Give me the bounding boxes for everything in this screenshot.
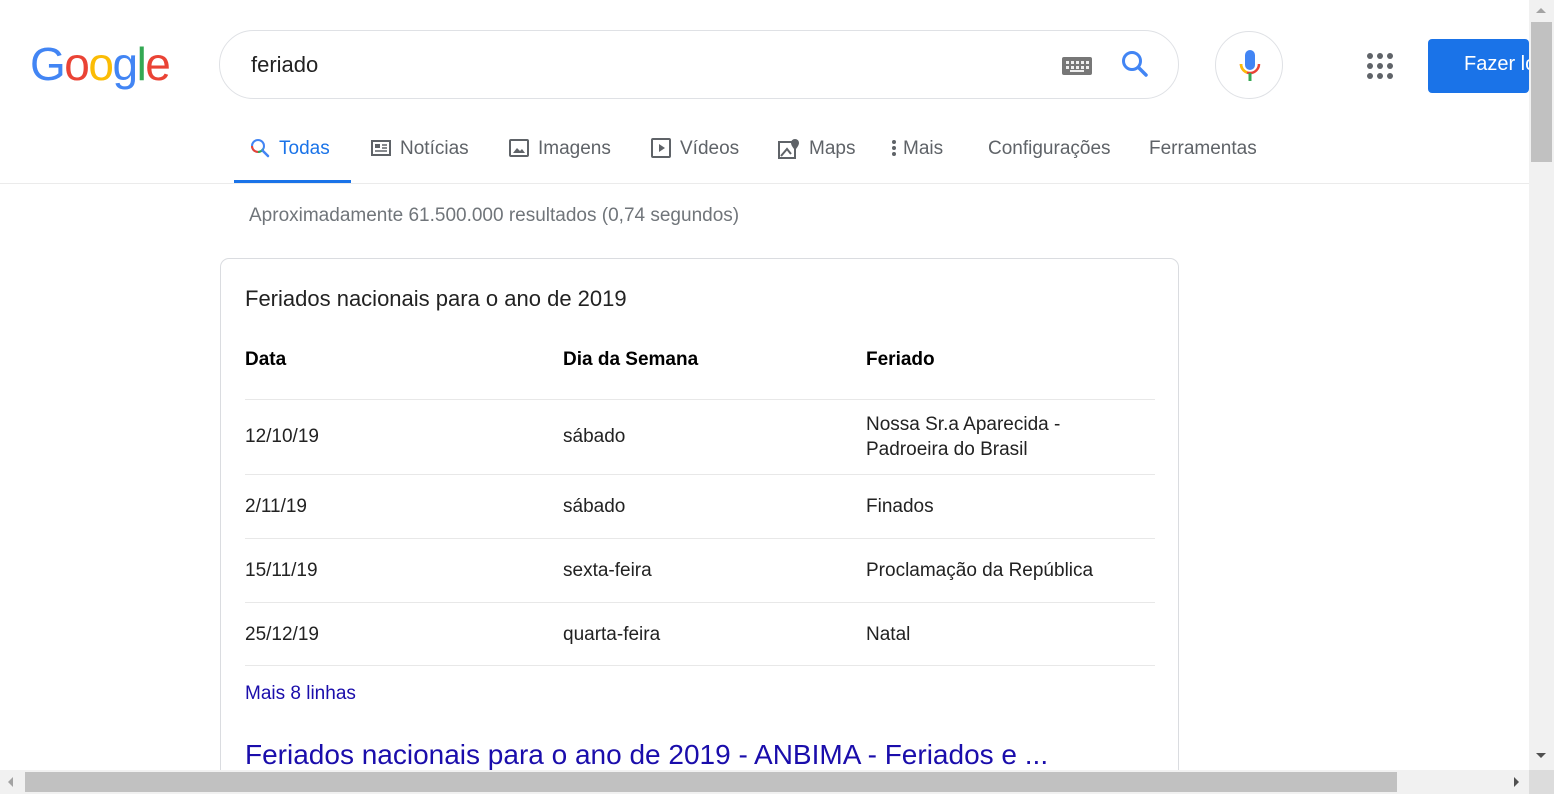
tab-label: Notícias	[400, 138, 469, 159]
cell-date: 25/12/19	[245, 624, 319, 645]
apps-grid-icon[interactable]	[1366, 52, 1394, 80]
logo-letter: o	[64, 38, 90, 90]
horizontal-scroll-thumb[interactable]	[25, 772, 1397, 792]
table-header-holiday: Feriado	[866, 349, 935, 370]
cell-weekday: sexta-feira	[563, 560, 652, 581]
more-rows-link[interactable]: Mais 8 linhas	[245, 683, 356, 705]
table-row: 12/10/19 sábado Nossa Sr.a Aparecida - P…	[245, 399, 1155, 474]
tab-more[interactable]: Mais	[891, 130, 943, 183]
search-icon[interactable]	[1120, 49, 1150, 79]
voice-search-button[interactable]	[1215, 31, 1283, 99]
tab-label: Configurações	[988, 138, 1111, 159]
scroll-up-arrow-icon[interactable]	[1536, 8, 1546, 13]
table-row: 25/12/19 quarta-feira Natal	[245, 602, 1155, 666]
horizontal-scrollbar[interactable]	[0, 770, 1529, 794]
table-row: 2/11/19 sábado Finados	[245, 474, 1155, 538]
cell-weekday: sábado	[563, 496, 626, 517]
tab-all[interactable]: Todas	[234, 130, 351, 183]
tab-label: Vídeos	[680, 138, 740, 159]
scrollbar-corner	[1529, 770, 1554, 794]
search-tabs: Todas Notícias Imagens Vídeos Maps Mais …	[234, 130, 1334, 183]
cell-holiday: Natal	[866, 624, 911, 645]
cell-date: 12/10/19	[245, 426, 319, 447]
cell-weekday: sábado	[563, 426, 626, 447]
header-divider	[0, 183, 1529, 184]
scroll-left-arrow-icon[interactable]	[8, 777, 13, 787]
result-stats: Aproximadamente 61.500.000 resultados (0…	[249, 205, 740, 226]
tab-label: Maps	[809, 138, 856, 159]
cell-holiday-continued: Padroeira do Brasil	[866, 439, 1028, 460]
cell-date: 2/11/19	[245, 496, 307, 517]
keyboard-icon[interactable]	[1062, 57, 1092, 75]
more-vertical-icon	[891, 138, 897, 158]
tab-maps[interactable]: Maps	[778, 130, 855, 183]
tab-tools[interactable]: Ferramentas	[1149, 130, 1257, 183]
cell-date: 15/11/19	[245, 560, 318, 581]
tab-label: Mais	[903, 138, 944, 159]
scroll-down-arrow-icon[interactable]	[1536, 753, 1546, 758]
map-pin-icon	[778, 138, 800, 160]
tab-label: Ferramentas	[1149, 138, 1257, 159]
featured-snippet-card: Feriados nacionais para o ano de 2019 Da…	[220, 258, 1179, 794]
newspaper-icon	[371, 138, 391, 158]
logo-letter: e	[145, 38, 171, 90]
image-icon	[509, 138, 529, 158]
tab-settings[interactable]: Configurações	[988, 130, 1111, 183]
vertical-scroll-thumb[interactable]	[1531, 22, 1552, 162]
google-logo[interactable]: Google	[30, 38, 171, 90]
cell-holiday: Nossa Sr.a Aparecida -	[866, 414, 1061, 435]
logo-letter: g	[112, 38, 138, 90]
logo-letter: l	[136, 38, 147, 90]
vertical-scrollbar[interactable]	[1529, 0, 1554, 770]
microphone-icon	[1239, 50, 1261, 81]
search-box[interactable]: feriado	[219, 30, 1179, 99]
logo-letter: G	[30, 38, 66, 90]
table-header-date: Data	[245, 349, 287, 370]
tab-news[interactable]: Notícias	[371, 130, 469, 183]
search-icon	[250, 138, 270, 158]
cell-holiday: Finados	[866, 496, 934, 517]
tab-images[interactable]: Imagens	[509, 130, 611, 183]
cell-weekday: quarta-feira	[563, 624, 661, 645]
play-icon	[651, 138, 671, 158]
cell-holiday: Proclamação da República	[866, 560, 1094, 581]
tab-label: Imagens	[538, 138, 611, 159]
scroll-right-arrow-icon[interactable]	[1514, 777, 1519, 787]
table-row: 15/11/19 sexta-feira Proclamação da Repú…	[245, 538, 1155, 602]
result-title-link[interactable]: Feriados nacionais para o ano de 2019 - …	[245, 739, 1048, 771]
search-input[interactable]: feriado	[251, 52, 318, 78]
logo-letter: o	[88, 38, 114, 90]
signin-button[interactable]: Fazer login	[1428, 39, 1529, 93]
table-header-weekday: Dia da Semana	[563, 349, 699, 370]
snippet-title: Feriados nacionais para o ano de 2019	[245, 286, 627, 311]
tab-videos[interactable]: Vídeos	[651, 130, 739, 183]
tab-label: Todas	[279, 138, 330, 159]
